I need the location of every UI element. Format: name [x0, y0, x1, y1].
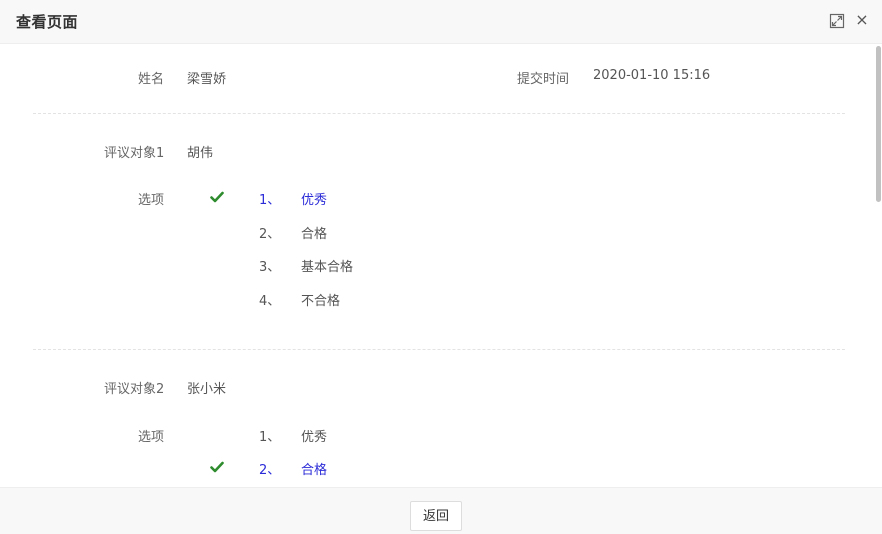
- divider: [33, 349, 845, 350]
- scrollbar-thumb[interactable]: [876, 46, 881, 202]
- back-button[interactable]: 返回: [410, 501, 462, 531]
- option-number: 2、: [259, 463, 281, 478]
- option-text: 合格: [301, 463, 328, 478]
- subject-name: 张小米: [187, 382, 227, 397]
- option-text: 优秀: [301, 193, 328, 208]
- subject-label: 评议对象2: [104, 382, 165, 397]
- dialog-footer: 返回: [0, 487, 882, 534]
- check-icon: [210, 191, 224, 203]
- option-text: 优秀: [301, 430, 328, 445]
- option-number: 4、: [259, 294, 281, 309]
- option-number: 1、: [259, 430, 281, 445]
- close-icon[interactable]: ×: [854, 11, 870, 29]
- name-label: 姓名: [138, 72, 165, 87]
- option-number: 1、: [259, 193, 281, 208]
- options-label: 选项: [138, 193, 165, 208]
- submit-time-label: 提交时间: [517, 72, 570, 87]
- maximize-icon[interactable]: [829, 13, 845, 29]
- dialog-title: 查看页面: [16, 13, 79, 31]
- option-number: 3、: [259, 260, 281, 275]
- options-label: 选项: [138, 430, 165, 445]
- submit-time-value: 2020-01-10 15:16: [593, 68, 711, 83]
- option-number: 2、: [259, 227, 281, 242]
- view-dialog: 查看页面 × 姓名 梁雪娇 提交时间 2020-01-10 15:16 评议对象…: [0, 0, 882, 534]
- option-text: 不合格: [301, 294, 341, 309]
- dialog-content: 姓名 梁雪娇 提交时间 2020-01-10 15:16 评议对象1 胡伟 选项…: [0, 44, 872, 487]
- name-value: 梁雪娇: [187, 72, 227, 87]
- option-text: 合格: [301, 227, 328, 242]
- divider: [33, 113, 845, 114]
- check-icon: [210, 461, 224, 473]
- subject-label: 评议对象1: [104, 146, 165, 161]
- dialog-header: 查看页面 ×: [0, 0, 882, 44]
- option-text: 基本合格: [301, 260, 354, 275]
- subject-name: 胡伟: [187, 146, 214, 161]
